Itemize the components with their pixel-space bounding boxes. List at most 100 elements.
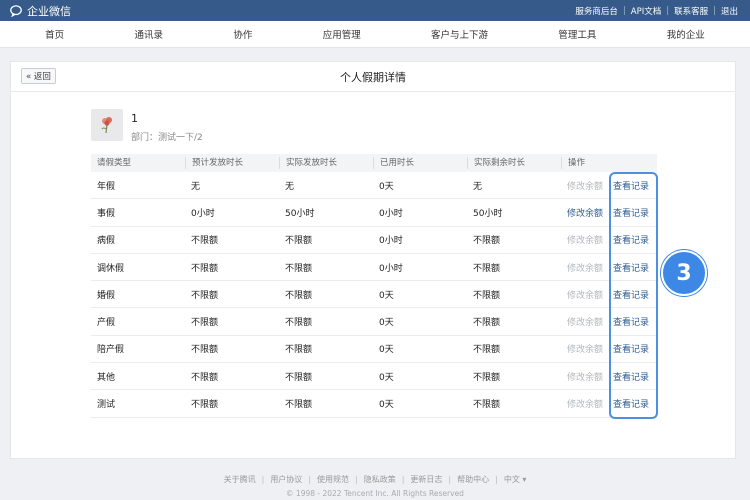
table-row: 事假 0小时 50小时 0小时 50小时 修改余额 查看记录 xyxy=(91,199,657,227)
used-value: 0小时 xyxy=(379,208,403,219)
api-docs-link[interactable]: API文档 xyxy=(631,5,661,17)
col-actual: 实际发放时长 xyxy=(279,157,373,169)
employee-name: 1 xyxy=(131,112,138,125)
edit-balance-link[interactable]: 修改余额 xyxy=(567,370,603,383)
step-badge: 3 xyxy=(661,250,707,296)
expected-value: 不限额 xyxy=(191,345,219,356)
used-value: 0天 xyxy=(379,318,394,329)
used-value: 0小时 xyxy=(379,263,403,274)
actual-value: 不限额 xyxy=(285,290,313,301)
expected-value: 不限额 xyxy=(191,400,219,411)
copyright: © 1998 - 2022 Tencent Inc. All Rights Re… xyxy=(286,489,464,498)
flower-icon xyxy=(101,117,112,134)
used-value: 0小时 xyxy=(379,236,403,247)
used-value: 0天 xyxy=(379,181,394,192)
nav-customers[interactable]: 客户与上下游 xyxy=(431,27,488,41)
language-select[interactable]: 中文 ▾ xyxy=(504,474,527,485)
edit-balance-link[interactable]: 修改余额 xyxy=(567,288,603,301)
top-bar: 企业微信 服务商后台 | API文档 | 联系客服 | 退出 xyxy=(0,0,750,21)
nav-management-tools[interactable]: 管理工具 xyxy=(558,27,596,41)
actual-value: 不限额 xyxy=(285,318,313,329)
table-header: 请假类型 预计发放时长 实际发放时长 已用时长 实际剩余时长 操作 xyxy=(91,154,657,172)
leave-table: 请假类型 预计发放时长 实际发放时长 已用时长 实际剩余时长 操作 年假 无 无… xyxy=(91,154,657,418)
contact-support-link[interactable]: 联系客服 xyxy=(674,5,708,17)
footer-help-link[interactable]: 帮助中心 xyxy=(457,474,489,485)
expected-value: 不限额 xyxy=(191,236,219,247)
col-leave-type: 请假类型 xyxy=(97,158,132,168)
app-logo[interactable]: 企业微信 xyxy=(10,3,71,19)
employee-profile: 1 部门：测试一下/2 xyxy=(91,109,203,143)
footer-rules-link[interactable]: 使用规范 xyxy=(317,474,349,485)
expected-value: 0小时 xyxy=(191,208,215,219)
provider-console-link[interactable]: 服务商后台 xyxy=(575,5,618,17)
edit-balance-link[interactable]: 修改余额 xyxy=(567,179,603,192)
table-row: 病假 不限额 不限额 0小时 不限额 修改余额 查看记录 xyxy=(91,227,657,254)
edit-balance-link[interactable]: 修改余额 xyxy=(567,342,603,355)
used-value: 0天 xyxy=(379,372,394,383)
expected-value: 不限额 xyxy=(191,290,219,301)
top-links: 服务商后台 | API文档 | 联系客服 | 退出 xyxy=(575,5,738,17)
used-value: 0天 xyxy=(379,400,394,411)
page-title: 个人假期详情 xyxy=(340,70,406,84)
actual-value: 不限额 xyxy=(285,372,313,383)
remaining-value: 不限额 xyxy=(473,290,501,301)
table-row: 陪产假 不限额 不限额 0天 不限额 修改余额 查看记录 xyxy=(91,336,657,364)
expected-value: 不限额 xyxy=(191,372,219,383)
actual-value: 不限额 xyxy=(285,263,313,274)
edit-balance-link[interactable]: 修改余额 xyxy=(567,206,603,219)
actual-value: 无 xyxy=(285,181,295,192)
avatar xyxy=(91,109,123,141)
remaining-value: 不限额 xyxy=(473,318,501,329)
remaining-value: 不限额 xyxy=(473,236,501,247)
table-row: 其他 不限额 不限额 0天 不限额 修改余额 查看记录 xyxy=(91,363,657,391)
nav-app-management[interactable]: 应用管理 xyxy=(323,27,361,41)
chat-bubble-icon xyxy=(10,4,22,17)
used-value: 0天 xyxy=(379,345,394,356)
logout-link[interactable]: 退出 xyxy=(721,5,738,17)
table-row: 婚假 不限额 不限额 0天 不限额 修改余额 查看记录 xyxy=(91,281,657,309)
edit-balance-link[interactable]: 修改余额 xyxy=(567,233,603,246)
leave-type: 产假 xyxy=(97,318,116,329)
footer: 关于腾讯 | 用户协议 | 使用规范 | 隐私政策 | 更新日志 | 帮助中心 … xyxy=(0,474,750,498)
card-header: « 返回 个人假期详情 xyxy=(11,62,735,92)
remaining-value: 50小时 xyxy=(473,208,503,219)
col-remaining: 实际剩余时长 xyxy=(467,157,561,169)
leave-type: 其他 xyxy=(97,372,116,383)
edit-balance-link[interactable]: 修改余额 xyxy=(567,261,603,274)
leave-type: 病假 xyxy=(97,236,116,247)
nav-my-enterprise[interactable]: 我的企业 xyxy=(667,27,705,41)
col-used: 已用时长 xyxy=(373,157,467,169)
back-button[interactable]: « 返回 xyxy=(21,68,56,84)
employee-department: 部门：测试一下/2 xyxy=(131,133,203,143)
table-row: 测试 不限额 不限额 0天 不限额 修改余额 查看记录 xyxy=(91,390,657,418)
actual-value: 不限额 xyxy=(285,400,313,411)
view-records-highlight xyxy=(609,172,658,419)
used-value: 0天 xyxy=(379,290,394,301)
nav-contacts[interactable]: 通讯录 xyxy=(135,27,164,41)
remaining-value: 不限额 xyxy=(473,400,501,411)
remaining-value: 不限额 xyxy=(473,263,501,274)
table-row: 年假 无 无 0天 无 修改余额 查看记录 xyxy=(91,172,657,200)
actual-value: 不限额 xyxy=(285,345,313,356)
table-row: 产假 不限额 不限额 0天 不限额 修改余额 查看记录 xyxy=(91,308,657,336)
nav-collaboration[interactable]: 协作 xyxy=(233,27,252,41)
footer-about-link[interactable]: 关于腾讯 xyxy=(224,474,256,485)
nav-home[interactable]: 首页 xyxy=(45,27,64,41)
edit-balance-link[interactable]: 修改余额 xyxy=(567,397,603,410)
footer-privacy-link[interactable]: 隐私政策 xyxy=(364,474,396,485)
remaining-value: 不限额 xyxy=(473,345,501,356)
app-name: 企业微信 xyxy=(27,4,71,18)
footer-changelog-link[interactable]: 更新日志 xyxy=(410,474,442,485)
actual-value: 不限额 xyxy=(285,236,313,247)
footer-agreement-link[interactable]: 用户协议 xyxy=(270,474,302,485)
edit-balance-link[interactable]: 修改余额 xyxy=(567,315,603,328)
actual-value: 50小时 xyxy=(285,208,315,219)
leave-type: 婚假 xyxy=(97,290,116,301)
leave-type: 测试 xyxy=(97,400,116,411)
table-row: 调休假 不限额 不限额 0小时 不限额 修改余额 查看记录 xyxy=(91,254,657,282)
expected-value: 不限额 xyxy=(191,263,219,274)
leave-type: 事假 xyxy=(97,208,116,219)
remaining-value: 无 xyxy=(473,181,483,192)
leave-type: 陪产假 xyxy=(97,345,125,356)
col-expected: 预计发放时长 xyxy=(185,157,279,169)
